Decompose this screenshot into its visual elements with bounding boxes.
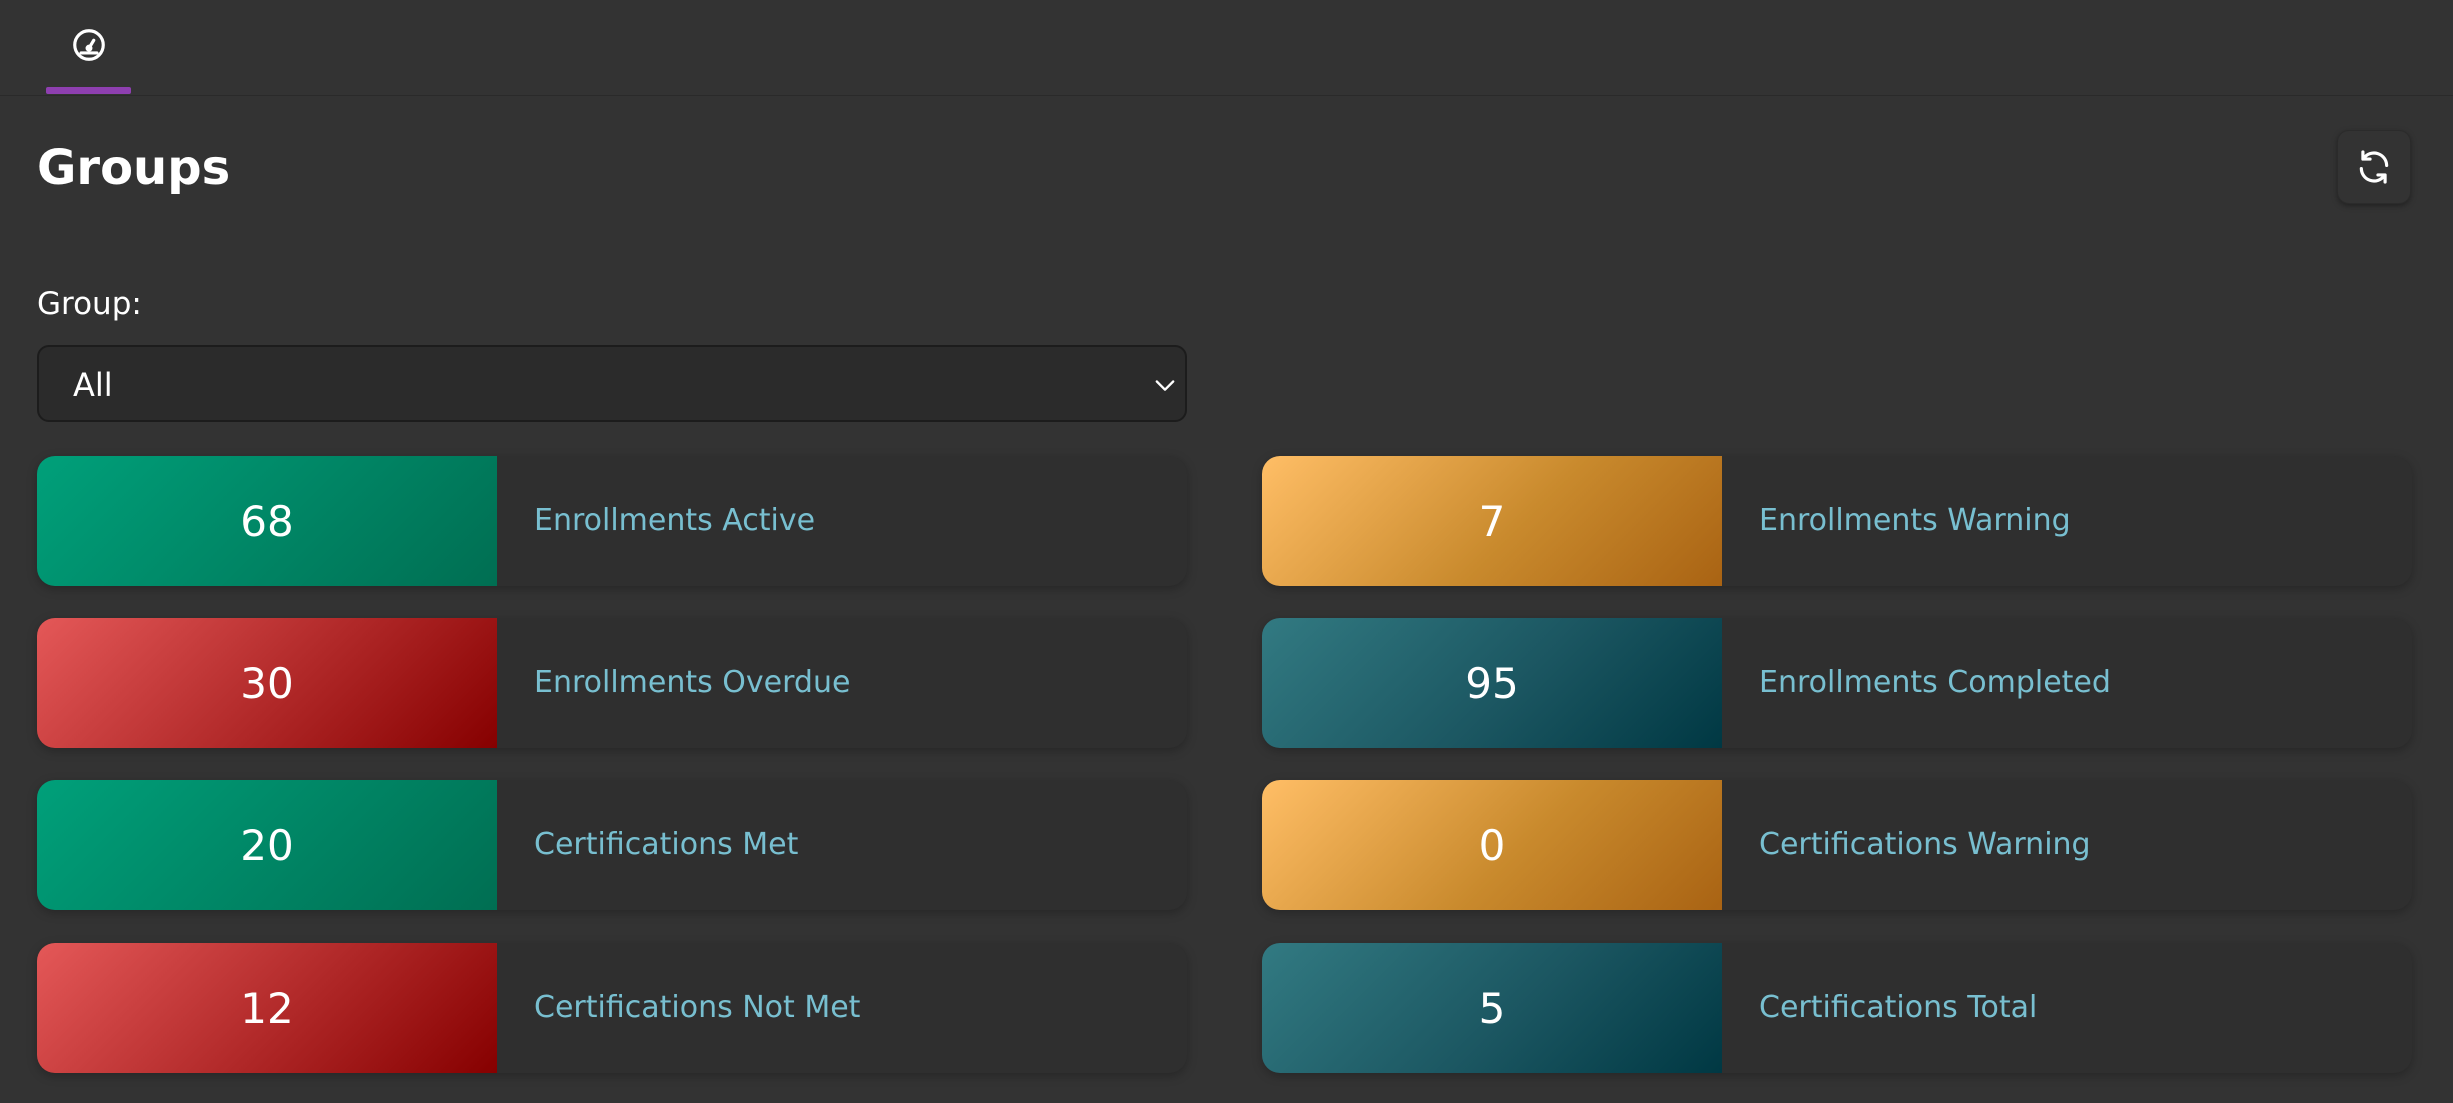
group-select-value: All	[73, 366, 113, 404]
stat-value: 12	[37, 943, 497, 1073]
stat-label: Enrollments Completed	[1759, 665, 2111, 700]
stat-card-enrollments-overdue[interactable]: 30 Enrollments Overdue	[37, 618, 1187, 748]
stat-label: Certifications Warning	[1759, 827, 2091, 862]
stat-card-enrollments-active[interactable]: 68 Enrollments Active	[37, 456, 1187, 586]
stat-value: 5	[1262, 943, 1722, 1073]
stat-value: 68	[37, 456, 497, 586]
chevron-down-icon	[1155, 380, 1175, 391]
stat-card-certifications-met[interactable]: 20 Certifications Met	[37, 780, 1187, 910]
stat-value: 20	[37, 780, 497, 910]
refresh-icon	[2359, 150, 2389, 184]
dashboard-gauge-icon	[73, 29, 105, 61]
stat-card-certifications-total[interactable]: 5 Certifications Total	[1262, 943, 2412, 1073]
stat-label: Certifications Not Met	[534, 990, 861, 1025]
stat-value: 30	[37, 618, 497, 748]
active-tab-indicator	[46, 87, 131, 94]
stat-label: Enrollments Overdue	[534, 665, 851, 700]
tab-dashboard[interactable]	[46, 0, 131, 96]
stat-label: Enrollments Warning	[1759, 503, 2071, 538]
stat-value: 0	[1262, 780, 1722, 910]
group-filter-label: Group:	[37, 286, 142, 322]
page-title: Groups	[37, 140, 231, 196]
stat-card-enrollments-completed[interactable]: 95 Enrollments Completed	[1262, 618, 2412, 748]
stat-card-certifications-warning[interactable]: 0 Certifications Warning	[1262, 780, 2412, 910]
stat-label: Certifications Total	[1759, 990, 2038, 1025]
refresh-button[interactable]	[2337, 130, 2411, 204]
stat-value: 95	[1262, 618, 1722, 748]
stat-card-enrollments-warning[interactable]: 7 Enrollments Warning	[1262, 456, 2412, 586]
group-select[interactable]: All	[37, 345, 1187, 422]
stat-card-certifications-not-met[interactable]: 12 Certifications Not Met	[37, 943, 1187, 1073]
top-nav-bar	[0, 0, 2453, 96]
stat-value: 7	[1262, 456, 1722, 586]
stat-label: Certifications Met	[534, 827, 799, 862]
stat-label: Enrollments Active	[534, 503, 816, 538]
